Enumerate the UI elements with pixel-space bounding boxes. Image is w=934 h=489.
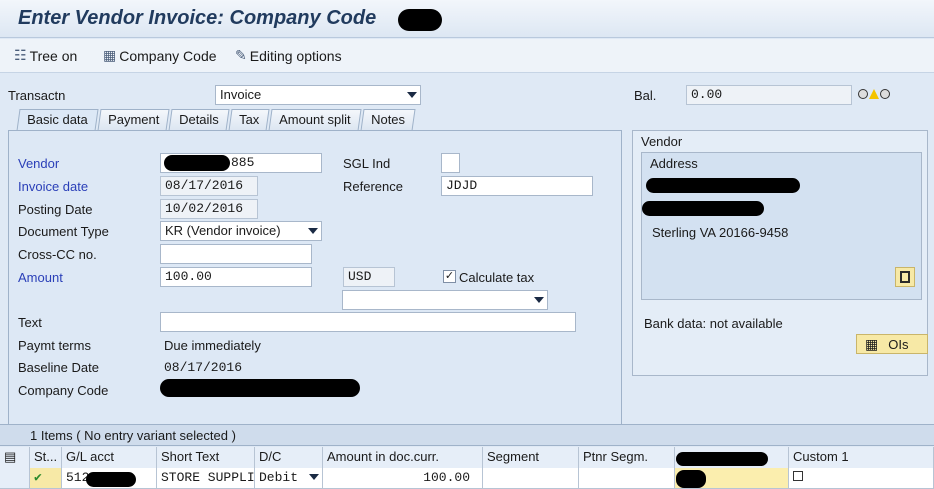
tab-amount-split[interactable]: Amount split xyxy=(268,109,362,131)
redaction-mark xyxy=(646,178,800,193)
tree-on-button[interactable]: ☷ Tree on xyxy=(14,47,77,64)
payment-terms-label: Paymt terms xyxy=(18,338,91,353)
column-header-gl-account[interactable]: G/L acct xyxy=(62,447,157,468)
redaction-mark xyxy=(642,201,764,216)
column-settings-button[interactable]: ▤ xyxy=(0,447,30,468)
column-header-segment[interactable]: Segment xyxy=(483,447,579,468)
calculate-tax-label: Calculate tax xyxy=(459,270,535,285)
column-header-dc[interactable]: D/C xyxy=(255,447,323,468)
vendor-value: 885 xyxy=(231,155,255,170)
row-partner-segment[interactable] xyxy=(579,468,675,489)
row-dc-select[interactable]: Debit xyxy=(255,468,323,489)
redaction-mark xyxy=(160,379,360,397)
tax-code-select[interactable] xyxy=(342,290,548,310)
redaction-mark xyxy=(164,155,230,171)
table-icon: ▦ xyxy=(865,335,879,352)
traffic-light-icon xyxy=(858,89,892,101)
posting-date-field[interactable]: 10/02/2016 xyxy=(160,199,258,219)
application-toolbar: ☷ Tree on ▦ Company Code ✎ Editing optio… xyxy=(0,39,934,73)
row-segment[interactable] xyxy=(483,468,579,489)
transaction-label: Transactn xyxy=(8,88,66,103)
reference-label: Reference xyxy=(343,179,403,194)
table-header: ▤ St... G/L acct Short Text D/C Amount i… xyxy=(0,447,934,468)
posting-date-label: Posting Date xyxy=(18,202,93,217)
page-title: Enter Vendor Invoice: Company Code xyxy=(18,7,377,29)
column-header-partner-segment[interactable]: Ptnr Segm. xyxy=(579,447,675,468)
document-icon xyxy=(900,271,910,283)
address-detail-button[interactable] xyxy=(895,267,915,287)
invoice-date-label: Invoice date xyxy=(18,179,89,194)
row-amount[interactable]: 100.00 xyxy=(323,468,483,489)
amount-label: Amount xyxy=(18,270,63,285)
tree-on-label: Tree on xyxy=(29,47,78,64)
currency-field[interactable]: USD xyxy=(343,267,395,287)
company-code-label: Company Code xyxy=(18,383,109,398)
transaction-value: Invoice xyxy=(220,87,262,102)
calculate-tax-checkbox[interactable]: ✓ xyxy=(443,270,456,283)
baseline-date-value: 08/17/2016 xyxy=(164,360,243,375)
column-header-status[interactable]: St... xyxy=(30,447,62,468)
editing-options-button[interactable]: ✎ Editing options xyxy=(235,47,342,64)
row-custom-1[interactable] xyxy=(789,468,934,489)
chevron-down-icon xyxy=(534,297,544,303)
value-help-icon[interactable] xyxy=(793,471,803,481)
column-header-amount[interactable]: Amount in doc.curr. xyxy=(323,447,483,468)
text-field[interactable] xyxy=(160,312,576,332)
balance-label: Bal. xyxy=(634,88,657,103)
text-label: Text xyxy=(18,315,42,330)
pencil-icon: ✎ xyxy=(235,47,247,63)
document-type-select[interactable]: KR (Vendor invoice) xyxy=(160,221,322,241)
document-type-label: Document Type xyxy=(18,224,109,239)
chevron-down-icon xyxy=(308,228,318,234)
row-dc-value: Debit xyxy=(259,470,299,485)
column-header-short-text[interactable]: Short Text xyxy=(157,447,255,468)
tab-strip: Basic data Payment Details Tax Amount sp… xyxy=(16,109,416,131)
invoice-date-field[interactable]: 08/17/2016 xyxy=(160,176,258,196)
transaction-select[interactable]: Invoice xyxy=(215,85,421,105)
items-summary-text: 1 Items ( No entry variant selected ) xyxy=(30,428,236,443)
title-bar: Enter Vendor Invoice: Company Code xyxy=(0,0,934,38)
cross-cc-label: Cross-CC no. xyxy=(18,247,97,262)
vendor-city-line: Sterling VA 20166-9458 xyxy=(652,225,789,240)
company-code-button[interactable]: ▦ Company Code xyxy=(103,47,217,64)
sgl-ind-label: SGL Ind xyxy=(343,156,391,171)
table-row: ✔ 512 STORE SUPPLI Debit 100.00 xyxy=(0,468,934,489)
row-short-text[interactable]: STORE SUPPLI xyxy=(157,468,255,489)
column-header-custom-1[interactable]: Custom 1 xyxy=(789,447,934,468)
open-items-button[interactable]: ▦ OIs xyxy=(856,334,928,354)
row-status: ✔ xyxy=(30,468,62,489)
tab-payment[interactable]: Payment xyxy=(97,109,170,131)
row-selector[interactable] xyxy=(0,468,30,489)
balance-field: 0.00 xyxy=(686,85,852,105)
tab-details[interactable]: Details xyxy=(168,109,230,131)
tab-notes[interactable]: Notes xyxy=(360,109,416,131)
baseline-date-label: Baseline Date xyxy=(18,360,99,375)
tab-tax[interactable]: Tax xyxy=(228,109,270,131)
address-title: Address xyxy=(650,156,698,171)
tree-icon: ☷ xyxy=(14,47,27,63)
sgl-ind-field[interactable] xyxy=(441,153,460,173)
redaction-mark xyxy=(676,452,768,466)
redaction-mark xyxy=(398,9,442,31)
payment-terms-value: Due immediately xyxy=(164,338,261,353)
editing-options-label: Editing options xyxy=(249,47,342,64)
vendor-label: Vendor xyxy=(18,156,60,171)
chevron-down-icon xyxy=(309,474,319,480)
open-items-label: OIs xyxy=(888,336,909,352)
vendor-panel-title: Vendor xyxy=(641,134,683,149)
redaction-mark xyxy=(676,470,706,488)
document-type-value: KR (Vendor invoice) xyxy=(165,223,281,238)
cross-cc-field[interactable] xyxy=(160,244,312,264)
amount-field[interactable]: 100.00 xyxy=(160,267,312,287)
tab-basic-data[interactable]: Basic data xyxy=(16,109,99,131)
reference-field[interactable]: JDJD xyxy=(441,176,593,196)
checkmark-icon: ✔ xyxy=(34,470,42,485)
chevron-down-icon xyxy=(407,92,417,98)
company-icon: ▦ xyxy=(103,47,117,63)
company-code-label: Company Code xyxy=(119,47,217,64)
redaction-mark xyxy=(86,472,136,487)
bank-data-text: Bank data: not available xyxy=(644,316,783,331)
items-summary-bar: 1 Items ( No entry variant selected ) xyxy=(0,424,934,446)
